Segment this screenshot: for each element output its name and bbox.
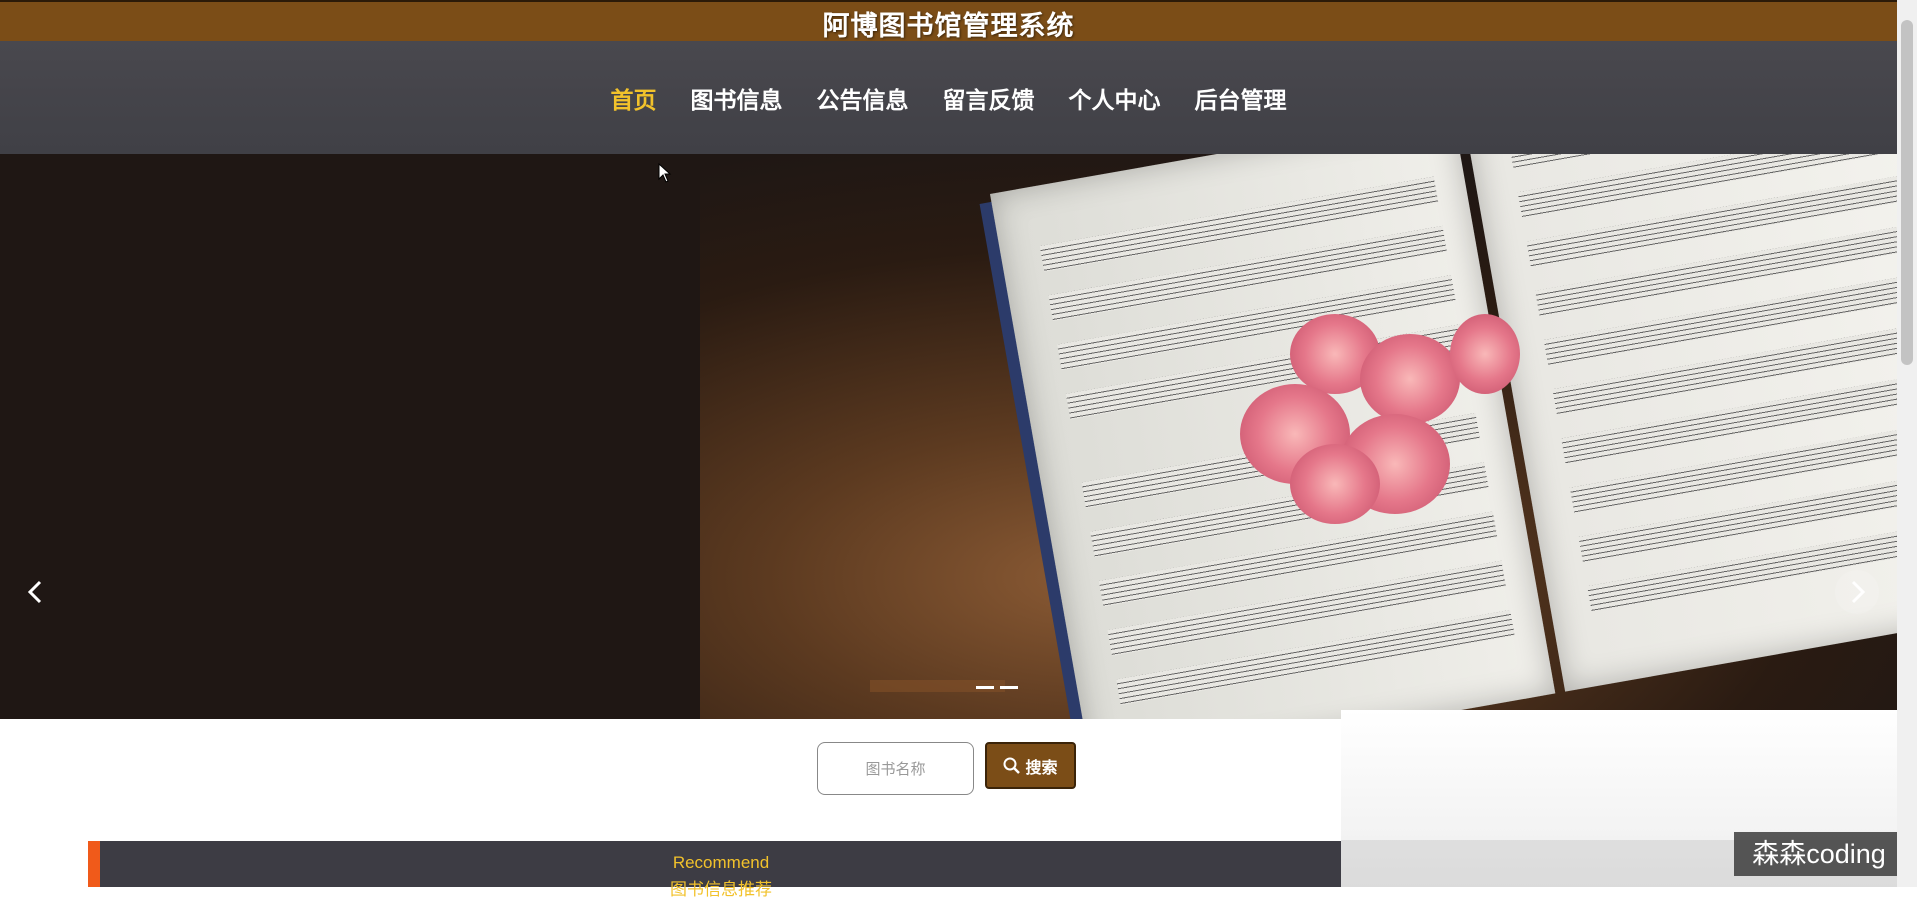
mouse-cursor-icon bbox=[658, 163, 672, 183]
carousel-next-button[interactable] bbox=[1835, 570, 1879, 614]
site-title: 阿博图书馆管理系统 bbox=[822, 11, 1075, 42]
banner-flowers bbox=[1230, 304, 1530, 534]
carousel-dot[interactable] bbox=[880, 686, 898, 689]
carousel-dot[interactable] bbox=[1000, 686, 1018, 689]
carousel-dot[interactable] bbox=[952, 686, 970, 689]
search-button-label: 搜索 bbox=[1025, 757, 1058, 777]
search-input[interactable] bbox=[817, 742, 974, 795]
site-header: 阿博图书馆管理系统 bbox=[0, 0, 1897, 42]
chevron-right-icon bbox=[1851, 580, 1866, 604]
carousel-dot[interactable] bbox=[904, 686, 922, 689]
nav-item-admin[interactable]: 后台管理 bbox=[1195, 81, 1287, 115]
nav-item-books[interactable]: 图书信息 bbox=[691, 81, 783, 115]
nav-menu: 首页 图书信息 公告信息 留言反馈 个人中心 后台管理 bbox=[0, 81, 1897, 115]
recommend-title-en: Recommend bbox=[672, 853, 770, 872]
page-scrollbar[interactable] bbox=[1897, 0, 1917, 887]
watermark: 森森coding bbox=[1734, 832, 1904, 876]
carousel-dot[interactable] bbox=[976, 686, 994, 689]
banner-carousel[interactable] bbox=[0, 154, 1897, 719]
recommend-title-cn: 图书信息推荐 bbox=[670, 880, 772, 900]
main-navbar: 首页 图书信息 公告信息 留言反馈 个人中心 后台管理 bbox=[0, 41, 1897, 154]
nav-item-feedback[interactable]: 留言反馈 bbox=[943, 81, 1035, 115]
chevron-left-icon bbox=[27, 580, 42, 604]
nav-item-announcements[interactable]: 公告信息 bbox=[817, 81, 909, 115]
search-button[interactable]: 搜索 bbox=[985, 742, 1076, 789]
nav-item-home[interactable]: 首页 bbox=[611, 81, 657, 115]
nav-item-profile[interactable]: 个人中心 bbox=[1069, 81, 1161, 115]
recommend-section-header: Recommend 图书信息推荐 bbox=[88, 841, 1342, 900]
carousel-indicators bbox=[880, 686, 1018, 689]
search-icon bbox=[1003, 757, 1021, 774]
scrollbar-thumb[interactable] bbox=[1901, 20, 1913, 365]
carousel-prev-button[interactable] bbox=[14, 570, 58, 614]
carousel-dot[interactable] bbox=[928, 686, 946, 689]
